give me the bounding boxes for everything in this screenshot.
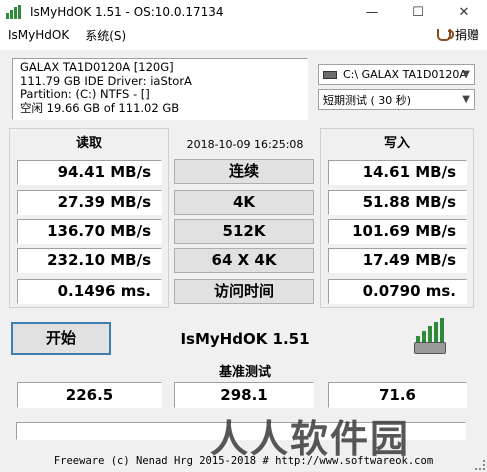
write-seq-value: 14.61 MB/s <box>328 160 467 185</box>
test-duration-value: 短期测试 ( 30 秒) <box>323 93 412 107</box>
window-title: IsMyHdOK 1.51 - OS:10.0.17134 <box>30 5 224 19</box>
donate-button[interactable]: 捐赠 <box>436 26 479 43</box>
read-seq-value: 94.41 MB/s <box>17 160 162 185</box>
drive-capacity: 111.79 GB IDE Driver: iaStorA <box>20 73 192 88</box>
write-512k-value: 101.69 MB/s <box>328 219 467 244</box>
drive-info-panel: GALAX TA1D0120A [120G] 111.79 GB IDE Dri… <box>12 58 308 120</box>
menu-item-system[interactable]: 系统(S) <box>77 27 134 44</box>
read-4k-value: 27.39 MB/s <box>17 190 162 215</box>
benchmark-title: 基准测试 <box>218 365 271 380</box>
write-4k-value: 51.88 MB/s <box>328 190 467 215</box>
read-access-time-value: 0.1496 ms. <box>17 279 162 304</box>
close-button[interactable]: ✕ <box>441 0 487 24</box>
test-label-512k: 512K <box>174 219 314 244</box>
resize-grip-icon[interactable] <box>475 460 485 470</box>
main-panel: GALAX TA1D0120A [120G] 111.79 GB IDE Dri… <box>0 50 487 472</box>
drive-free-space: 空闲 19.66 GB of 111.02 GB <box>20 100 180 115</box>
app-name-label: IsMyHdOK 1.51 <box>180 330 310 348</box>
read-header: 读取 <box>75 136 102 151</box>
test-label-access-time: 访问时间 <box>174 279 314 304</box>
drive-icon <box>323 70 337 79</box>
benchmark-total-score: 298.1 <box>174 382 314 408</box>
benchmark-write-score: 71.6 <box>328 382 467 408</box>
read-512k-value: 136.70 MB/s <box>17 219 162 244</box>
test-label-64x4k: 64 X 4K <box>174 248 314 273</box>
test-label-4k: 4K <box>174 190 314 215</box>
title-bar[interactable]: IsMyHdOK 1.51 - OS:10.0.17134 — ☐ ✕ <box>0 0 487 24</box>
chevron-down-icon: ▼ <box>462 69 470 80</box>
write-64x4k-value: 17.49 MB/s <box>328 248 467 273</box>
start-button[interactable]: 开始 <box>11 322 111 355</box>
minimize-button[interactable]: — <box>349 0 395 24</box>
drive-select[interactable]: C:\ GALAX TA1D0120A ▼ <box>318 64 475 85</box>
write-access-time-value: 0.0790 ms. <box>328 279 467 304</box>
test-timestamp: 2018-10-09 16:25:08 <box>186 138 304 151</box>
test-duration-select[interactable]: 短期测试 ( 30 秒) ▼ <box>318 89 475 110</box>
read-64x4k-value: 232.10 MB/s <box>17 248 162 273</box>
menu-bar: IsMyHdOK 系统(S) 捐赠 <box>0 24 487 46</box>
donate-label: 捐赠 <box>454 28 479 42</box>
drive-select-value: C:\ GALAX TA1D0120A <box>343 68 467 81</box>
drive-model: GALAX TA1D0120A [120G] <box>20 60 174 74</box>
maximize-button[interactable]: ☐ <box>395 0 441 24</box>
write-header: 写入 <box>383 136 410 151</box>
drive-partition: Partition: (C:) NTFS - [] <box>20 87 150 101</box>
app-logo-icon <box>414 318 446 354</box>
footer-link[interactable]: Freeware (c) Nenad Hrg 2015-2018 # http:… <box>0 455 487 467</box>
coffee-cup-icon <box>436 28 454 41</box>
chevron-down-icon: ▼ <box>462 94 470 105</box>
app-icon <box>6 5 22 19</box>
test-label-sequential: 连续 <box>174 159 314 184</box>
menu-item-ismyhdok[interactable]: IsMyHdOK <box>0 28 77 42</box>
benchmark-read-score: 226.5 <box>17 382 162 408</box>
